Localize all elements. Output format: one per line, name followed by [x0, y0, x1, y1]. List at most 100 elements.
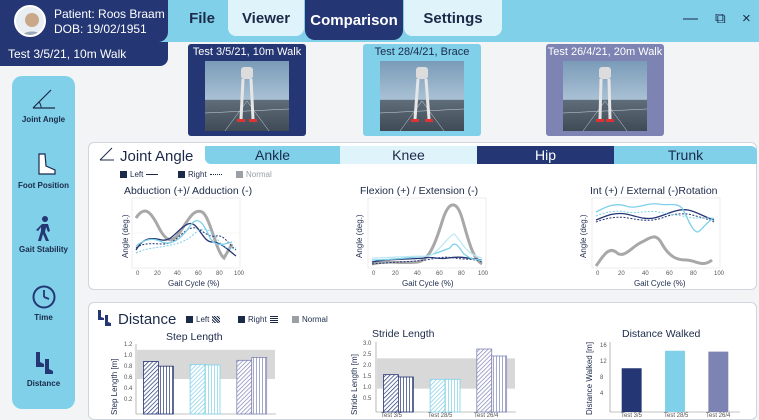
chart-title: Flexion (+) / Extension (-)	[360, 185, 479, 197]
avatar	[14, 5, 46, 37]
x-tick: 40	[642, 271, 649, 277]
sidebar-item-time[interactable]: Time	[12, 284, 75, 322]
bar	[665, 350, 685, 412]
x-tick: Test 26/4	[474, 413, 499, 419]
angle-icon	[99, 147, 114, 161]
y-tick: 1.2	[124, 342, 133, 348]
bar-left	[383, 374, 399, 413]
y-axis-label: Angle (deg.)	[579, 214, 588, 258]
y-axis-label: Step Length [m]	[110, 358, 119, 415]
legend-left[interactable]: Left	[120, 170, 159, 179]
legend-normal[interactable]: Normal	[292, 315, 328, 324]
sidebar-item-label: Joint Angle	[21, 115, 66, 124]
menu-comparison[interactable]: Comparison	[305, 0, 403, 40]
bar-left	[189, 364, 206, 415]
patient-dob: DOB: 19/02/1951	[54, 22, 147, 36]
y-axis-label: Stride Length [m]	[350, 354, 359, 415]
y-tick: 16	[600, 343, 607, 349]
x-tick: 80	[458, 271, 465, 277]
tab-ankle[interactable]: Ankle	[205, 146, 340, 164]
x-tick: 80	[216, 271, 223, 277]
sidebar-item-foot-position[interactable]: Foot Position	[12, 152, 75, 190]
joint-angle-title: Joint Angle	[120, 148, 194, 165]
checkbox[interactable]	[186, 316, 193, 323]
tab-hip[interactable]: Hip	[477, 146, 614, 164]
x-tick: 60	[436, 271, 443, 277]
sidebar-item-label: Foot Position	[17, 181, 70, 190]
sidebar-item-label: Gait Stability	[19, 245, 68, 254]
bar-right	[397, 376, 414, 413]
flexion-plot	[367, 197, 487, 269]
stride-length-chart	[375, 342, 516, 413]
x-tick: Test 3/5	[381, 413, 403, 419]
bar-right	[251, 357, 268, 415]
chart-title: Stride Length	[372, 328, 435, 340]
y-tick: 3.0	[363, 341, 372, 347]
current-test-label: Test 3/5/21, 10m Walk	[8, 47, 127, 61]
x-tick: 60	[666, 271, 673, 277]
y-tick: 8	[600, 375, 604, 381]
x-tick: 20	[618, 271, 625, 277]
current-test[interactable]: Test 3/5/21, 10m Walk	[0, 42, 168, 66]
footsteps-icon	[35, 352, 53, 374]
restore-button[interactable]: ⧉	[715, 10, 726, 27]
sidebar-item-label: Time	[34, 313, 53, 322]
sidebar-item-label: Distance	[26, 379, 61, 388]
x-tick: 80	[690, 271, 697, 277]
y-tick: 0.2	[124, 397, 133, 403]
y-axis-label: Angle (deg.)	[121, 214, 130, 258]
sidebar-item-gait-stability[interactable]: Gait Stability	[12, 216, 75, 254]
test-card-label: Test 26/4/21, 20m Walk	[547, 46, 663, 58]
sidebar-item-distance[interactable]: Distance	[12, 350, 75, 388]
patient-header: Patient: Roos Braam DOB: 19/02/1951	[0, 0, 168, 42]
clock-icon	[32, 285, 55, 309]
y-tick: 0.5	[363, 396, 372, 402]
menu-file[interactable]: File	[176, 0, 228, 36]
x-tick: 20	[154, 271, 161, 277]
bar-left	[476, 348, 493, 413]
x-tick: 40	[174, 271, 181, 277]
tab-knee[interactable]: Knee	[340, 146, 477, 164]
x-axis-label: Gait Cycle (%)	[168, 279, 220, 288]
y-tick: 0.4	[124, 386, 133, 392]
close-button[interactable]: ×	[742, 10, 751, 27]
sidebar-item-joint-angle[interactable]: Joint Angle	[12, 86, 75, 124]
test-card-3[interactable]: Test 26/4/21, 20m Walk	[546, 44, 664, 136]
chart-title: Distance Walked	[622, 328, 701, 340]
test-card-1[interactable]: Test 3/5/21, 10m Walk	[188, 44, 306, 136]
legend-right[interactable]: Right	[238, 315, 278, 324]
patient-name: Patient: Roos Braam	[54, 7, 165, 21]
legend-left[interactable]: Left	[186, 315, 221, 324]
chart-title: Abduction (+)/ Adduction (-)	[124, 185, 253, 197]
chart-title: Int (+) / External (-)Rotation	[590, 185, 718, 197]
skeleton-preview	[205, 61, 289, 131]
y-tick: 0.8	[124, 364, 133, 370]
footsteps-icon	[98, 310, 111, 326]
test-card-2[interactable]: Test 28/4/21, Brace	[363, 44, 481, 136]
x-tick: Test 28/5	[428, 413, 453, 419]
legend-normal[interactable]: Normal	[236, 170, 272, 179]
x-axis-label: Gait Cycle (%)	[634, 279, 686, 288]
step-length-chart	[135, 344, 276, 415]
bar-right	[491, 355, 508, 413]
rotation-plot	[591, 197, 721, 269]
minimize-button[interactable]: —	[683, 10, 698, 27]
tab-trunk[interactable]: Trunk	[614, 146, 757, 164]
foot-icon	[37, 153, 56, 175]
y-tick: 1.5	[363, 374, 372, 380]
y-tick: 2.0	[363, 363, 372, 369]
checkbox[interactable]	[238, 316, 245, 323]
checkbox[interactable]	[120, 171, 127, 178]
x-tick: 0	[136, 271, 140, 277]
menu-settings[interactable]: Settings	[404, 0, 502, 36]
checkbox[interactable]	[292, 316, 299, 323]
chart-title: Step Length	[166, 331, 223, 343]
test-card-label: Test 28/4/21, Brace	[374, 46, 470, 58]
checkbox[interactable]	[236, 171, 243, 178]
legend-right[interactable]: Right	[178, 170, 222, 179]
bar	[708, 351, 729, 412]
angle-icon	[32, 89, 55, 109]
menu-viewer[interactable]: Viewer	[228, 0, 304, 36]
x-tick: 40	[414, 271, 421, 277]
checkbox[interactable]	[178, 171, 185, 178]
